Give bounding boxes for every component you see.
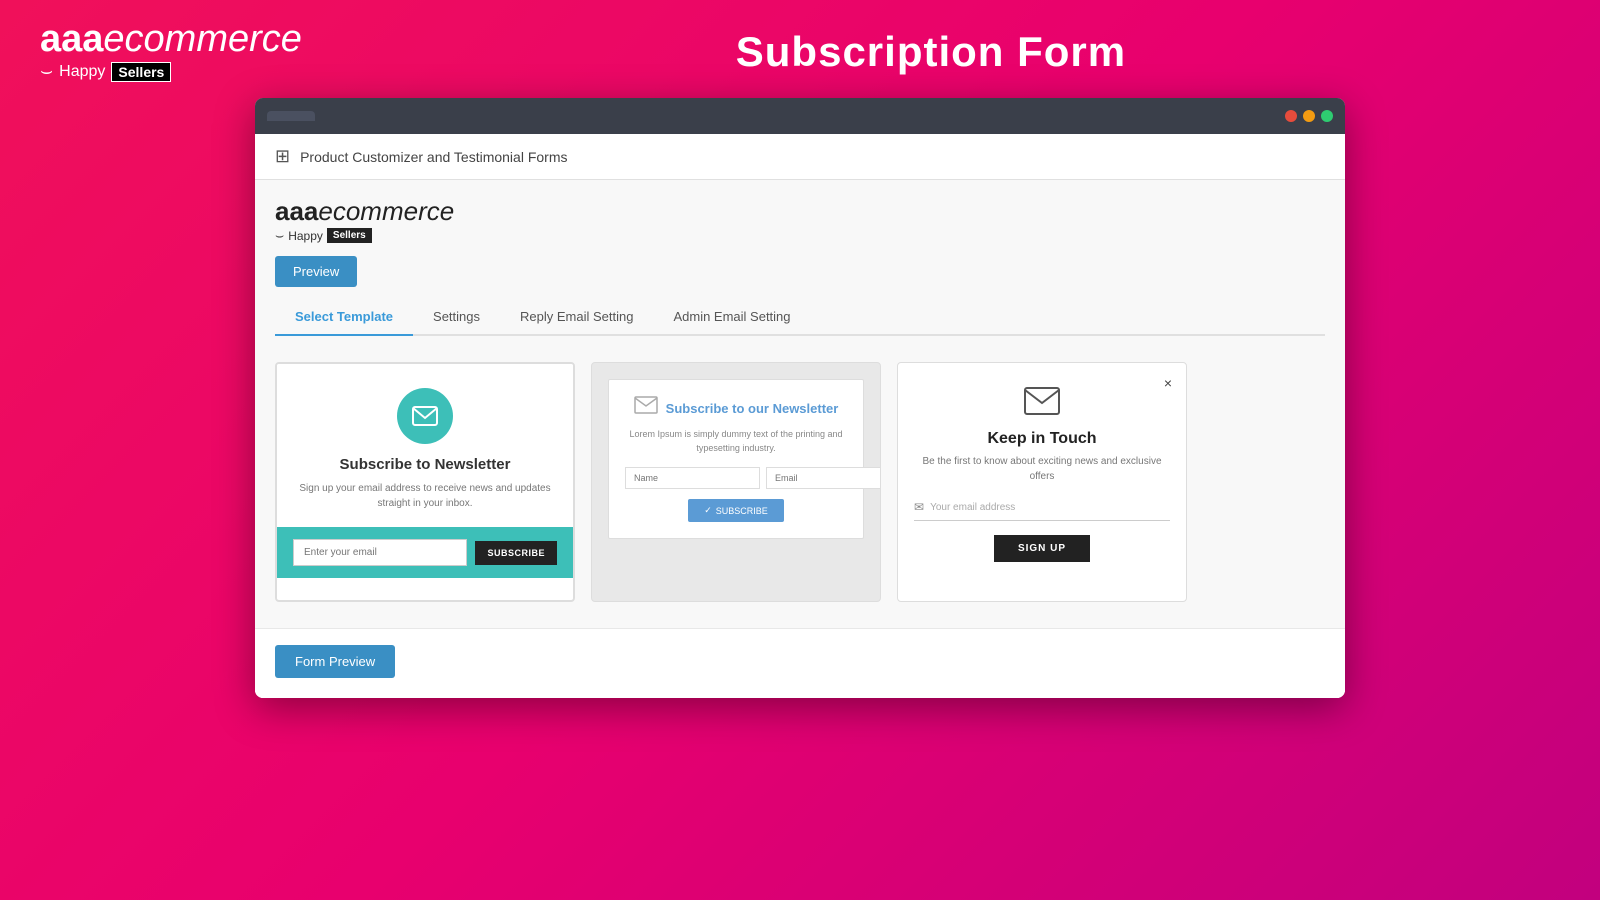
browser-titlebar [255, 98, 1345, 134]
card3-content: Keep in Touch Be the first to know about… [914, 379, 1170, 562]
logo-happy: Happy [59, 63, 105, 81]
browser-window: ⊞ Product Customizer and Testimonial For… [255, 98, 1345, 698]
tabs-container: Select Template Settings Reply Email Set… [275, 299, 1325, 336]
app-content: ⊞ Product Customizer and Testimonial For… [255, 134, 1345, 698]
app-logo-area: aaaecommerce ⌣ Happy Sellers [275, 196, 1325, 244]
card3-email-row: ✉ Your email address [914, 500, 1170, 521]
card1-bottom: SUBSCRIBE [277, 527, 573, 578]
card3-title: Keep in Touch [914, 430, 1170, 448]
app-logo-happy: Happy [288, 229, 323, 243]
card2-fields [625, 467, 847, 489]
app-logo-brand: aaa [275, 196, 318, 226]
tab-select-template[interactable]: Select Template [275, 299, 413, 336]
card3-envelope-icon [914, 387, 1170, 422]
tab-admin-email-setting[interactable]: Admin Email Setting [653, 299, 810, 336]
card2-title: Subscribe to our Newsletter [666, 401, 839, 416]
page-title: Subscription Form [302, 28, 1560, 76]
card1-email-input[interactable] [293, 539, 467, 566]
close-dot-icon[interactable] [1285, 110, 1297, 122]
card3-close-icon[interactable]: × [1164, 375, 1172, 391]
templates-grid: Subscribe to Newsletter Sign up your ema… [275, 352, 1325, 612]
card2-subscribe-label: SUBSCRIBE [716, 506, 768, 516]
app-body: aaaecommerce ⌣ Happy Sellers Preview Sel… [255, 180, 1345, 628]
card2-description: Lorem Ipsum is simply dummy text of the … [625, 428, 847, 455]
card1-subscribe-button[interactable]: SUBSCRIBE [475, 541, 557, 565]
app-header-icon: ⊞ [275, 146, 290, 167]
card3-signup-button[interactable]: SIGN UP [994, 535, 1090, 562]
app-logo-ecommerce: ecommerce [318, 196, 454, 226]
card3-email-field-icon: ✉ [914, 500, 924, 514]
card1-description: Sign up your email address to receive ne… [297, 481, 553, 511]
template-card-2[interactable]: Subscribe to our Newsletter Lorem Ipsum … [591, 362, 881, 602]
maximize-dot-icon[interactable] [1321, 110, 1333, 122]
form-preview-button[interactable]: Form Preview [275, 645, 395, 678]
logo-brand: aaa [40, 18, 103, 60]
logo-arrow-icon: ⌣ [40, 60, 53, 83]
card2-name-input[interactable] [625, 467, 760, 489]
template-card-3[interactable]: × Keep in Touch Be the first to know abo… [897, 362, 1187, 602]
app-logo-sellers: Sellers [327, 228, 372, 243]
app-bottom: Form Preview [255, 628, 1345, 698]
card2-email-input[interactable] [766, 467, 881, 489]
template-card-1[interactable]: Subscribe to Newsletter Sign up your ema… [275, 362, 575, 602]
app-logo-arrow-icon: ⌣ [275, 227, 284, 244]
card2-check-icon: ✓ [704, 505, 712, 516]
card2-inner: Subscribe to our Newsletter Lorem Ipsum … [608, 379, 864, 539]
card3-description: Be the first to know about exciting news… [914, 454, 1170, 484]
site-logo: aaaecommerce ⌣ Happy Sellers [40, 20, 302, 83]
app-header: ⊞ Product Customizer and Testimonial For… [255, 134, 1345, 180]
app-breadcrumb: Product Customizer and Testimonial Forms [300, 149, 567, 165]
card2-envelope-icon [634, 396, 658, 420]
browser-tab[interactable] [267, 111, 315, 121]
card1-title: Subscribe to Newsletter [297, 456, 553, 473]
card1-email-icon [397, 388, 453, 444]
top-header: aaaecommerce ⌣ Happy Sellers Subscriptio… [0, 0, 1600, 93]
tab-settings[interactable]: Settings [413, 299, 500, 336]
logo-ecommerce: ecommerce [103, 18, 302, 60]
logo-sellers: Sellers [111, 62, 171, 82]
preview-button[interactable]: Preview [275, 256, 357, 287]
browser-controls [1285, 110, 1333, 122]
minimize-dot-icon[interactable] [1303, 110, 1315, 122]
card1-top: Subscribe to Newsletter Sign up your ema… [277, 364, 573, 527]
card3-email-placeholder: Your email address [930, 502, 1015, 513]
card2-subscribe-button[interactable]: ✓ SUBSCRIBE [688, 499, 784, 522]
tab-reply-email-setting[interactable]: Reply Email Setting [500, 299, 653, 336]
card2-header: Subscribe to our Newsletter [625, 396, 847, 420]
